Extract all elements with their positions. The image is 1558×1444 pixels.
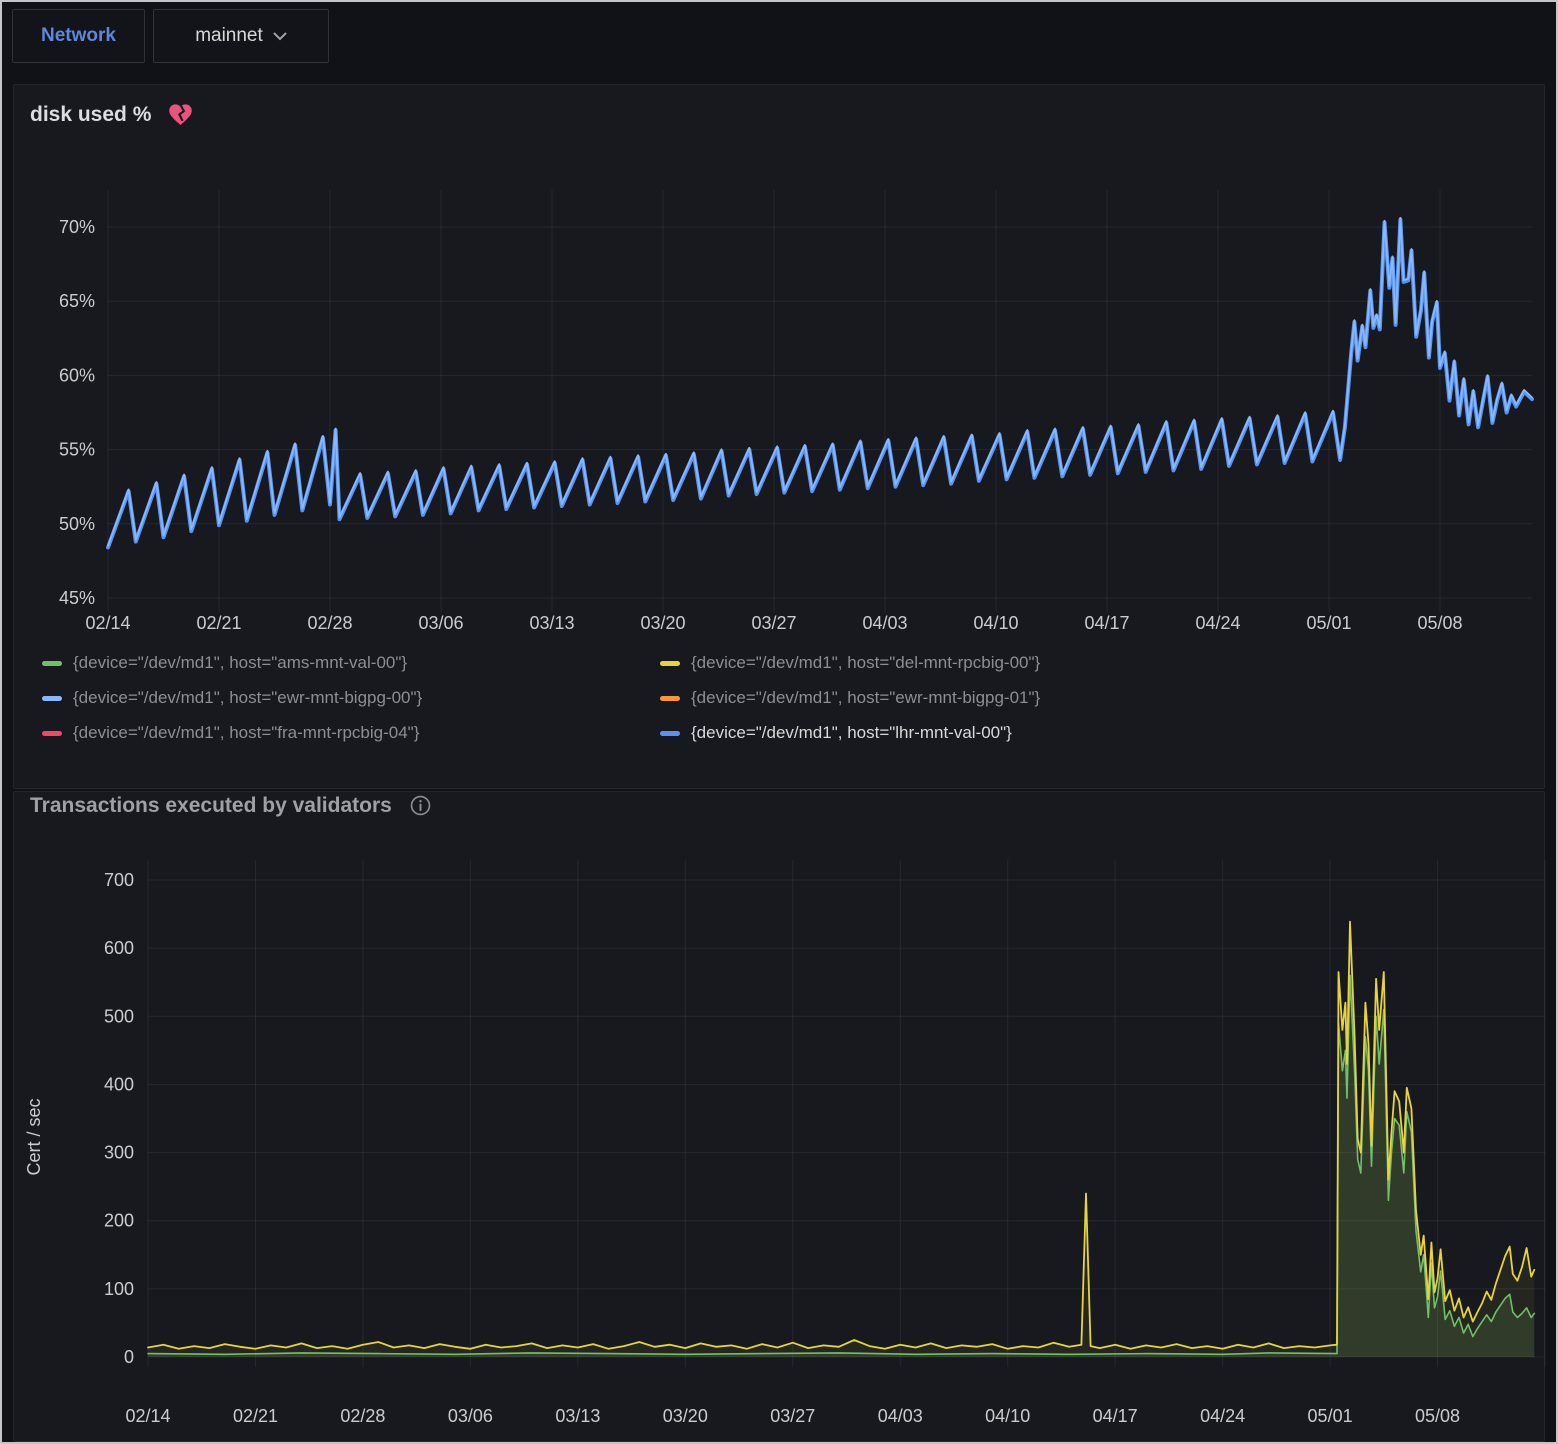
svg-text:0: 0 — [124, 1347, 134, 1367]
legend-item[interactable]: {device="/dev/md1", host="fra-mnt-rpcbig… — [42, 723, 660, 743]
svg-text:05/08: 05/08 — [1415, 1406, 1460, 1426]
series-color-swatch — [660, 696, 680, 701]
disk-used-chart[interactable]: 02/14 02/21 02/28 03/06 03/13 03/20 03/27 04/03… — [0, 150, 1558, 655]
transactions-panel-title[interactable]: Transactions executed by validators — [30, 793, 433, 818]
svg-text:04/17: 04/17 — [1084, 613, 1129, 633]
info-icon[interactable] — [408, 793, 433, 818]
variable-label-text: Network — [41, 25, 116, 47]
svg-text:05/01: 05/01 — [1308, 1406, 1353, 1426]
svg-text:45%: 45% — [59, 588, 95, 608]
legend-item[interactable]: {device="/dev/md1", host="ewr-mnt-bigpg-… — [42, 688, 660, 708]
legend-item-label: {device="/dev/md1", host="ewr-mnt-bigpg-… — [691, 688, 1040, 708]
svg-text:05/01: 05/01 — [1307, 613, 1352, 633]
series-color-swatch — [42, 661, 62, 666]
panel-title-text: Transactions executed by validators — [30, 794, 392, 818]
broken-heart-icon — [167, 101, 194, 128]
legend-item-label: {device="/dev/md1", host="ams-mnt-val-00… — [73, 653, 407, 673]
svg-text:04/24: 04/24 — [1195, 613, 1240, 633]
legend-item[interactable]: {device="/dev/md1", host="lhr-mnt-val-00… — [660, 723, 1040, 743]
series-color-swatch — [42, 696, 62, 701]
svg-text:700: 700 — [104, 870, 134, 890]
svg-text:03/06: 03/06 — [418, 613, 463, 633]
disk-used-panel-title[interactable]: disk used % — [30, 101, 194, 128]
variable-label-network: Network — [12, 9, 145, 63]
svg-text:400: 400 — [104, 1074, 134, 1094]
svg-text:03/20: 03/20 — [640, 613, 685, 633]
svg-text:55%: 55% — [59, 440, 95, 460]
svg-text:65%: 65% — [59, 291, 95, 311]
svg-text:03/13: 03/13 — [555, 1406, 600, 1426]
legend-item[interactable]: {device="/dev/md1", host="del-mnt-rpcbig… — [660, 653, 1040, 673]
dashboard-variable-bar: Network mainnet — [0, 0, 1558, 76]
legend-item-label: {device="/dev/md1", host="lhr-mnt-val-00… — [691, 723, 1012, 743]
svg-text:02/28: 02/28 — [307, 613, 352, 633]
svg-text:02/14: 02/14 — [85, 613, 130, 633]
svg-text:04/10: 04/10 — [985, 1406, 1030, 1426]
svg-text:02/14: 02/14 — [125, 1406, 170, 1426]
svg-text:02/21: 02/21 — [233, 1406, 278, 1426]
svg-text:04/17: 04/17 — [1093, 1406, 1138, 1426]
legend-item-label: {device="/dev/md1", host="ewr-mnt-bigpg-… — [73, 688, 422, 708]
svg-text:100: 100 — [104, 1279, 134, 1299]
svg-text:04/10: 04/10 — [973, 613, 1018, 633]
svg-text:03/27: 03/27 — [751, 613, 796, 633]
svg-text:03/06: 03/06 — [448, 1406, 493, 1426]
svg-text:500: 500 — [104, 1006, 134, 1026]
svg-text:60%: 60% — [59, 365, 95, 385]
svg-text:02/21: 02/21 — [196, 613, 241, 633]
svg-text:03/20: 03/20 — [663, 1406, 708, 1426]
y-axis-label: Cert / sec — [24, 1098, 44, 1175]
disk-used-legend: {device="/dev/md1", host="ams-mnt-val-00… — [42, 653, 1040, 743]
series-color-swatch — [660, 731, 680, 736]
svg-text:70%: 70% — [59, 217, 95, 237]
svg-text:05/08: 05/08 — [1418, 613, 1463, 633]
series-color-swatch — [660, 661, 680, 666]
svg-text:50%: 50% — [59, 514, 95, 534]
svg-text:04/24: 04/24 — [1200, 1406, 1245, 1426]
svg-text:02/28: 02/28 — [340, 1406, 385, 1426]
legend-item-label: {device="/dev/md1", host="fra-mnt-rpcbig… — [73, 723, 419, 743]
svg-text:04/03: 04/03 — [862, 613, 907, 633]
svg-text:600: 600 — [104, 938, 134, 958]
legend-item[interactable]: {device="/dev/md1", host="ams-mnt-val-00… — [42, 653, 660, 673]
legend-item-label: {device="/dev/md1", host="del-mnt-rpcbig… — [691, 653, 1040, 673]
legend-item[interactable]: {device="/dev/md1", host="ewr-mnt-bigpg-… — [660, 688, 1040, 708]
variable-value-text: mainnet — [195, 25, 263, 47]
svg-text:200: 200 — [104, 1211, 134, 1231]
svg-text:300: 300 — [104, 1143, 134, 1163]
svg-text:03/13: 03/13 — [529, 613, 574, 633]
svg-text:03/27: 03/27 — [770, 1406, 815, 1426]
transactions-chart[interactable]: 02/14 02/21 02/28 03/06 03/13 03/20 03/27 04/03… — [0, 845, 1558, 1443]
variable-value-dropdown[interactable]: mainnet — [153, 9, 329, 63]
svg-text:04/03: 04/03 — [878, 1406, 923, 1426]
series-color-swatch — [42, 731, 62, 736]
chevron-down-icon — [273, 32, 287, 41]
panel-title-text: disk used % — [30, 103, 151, 127]
